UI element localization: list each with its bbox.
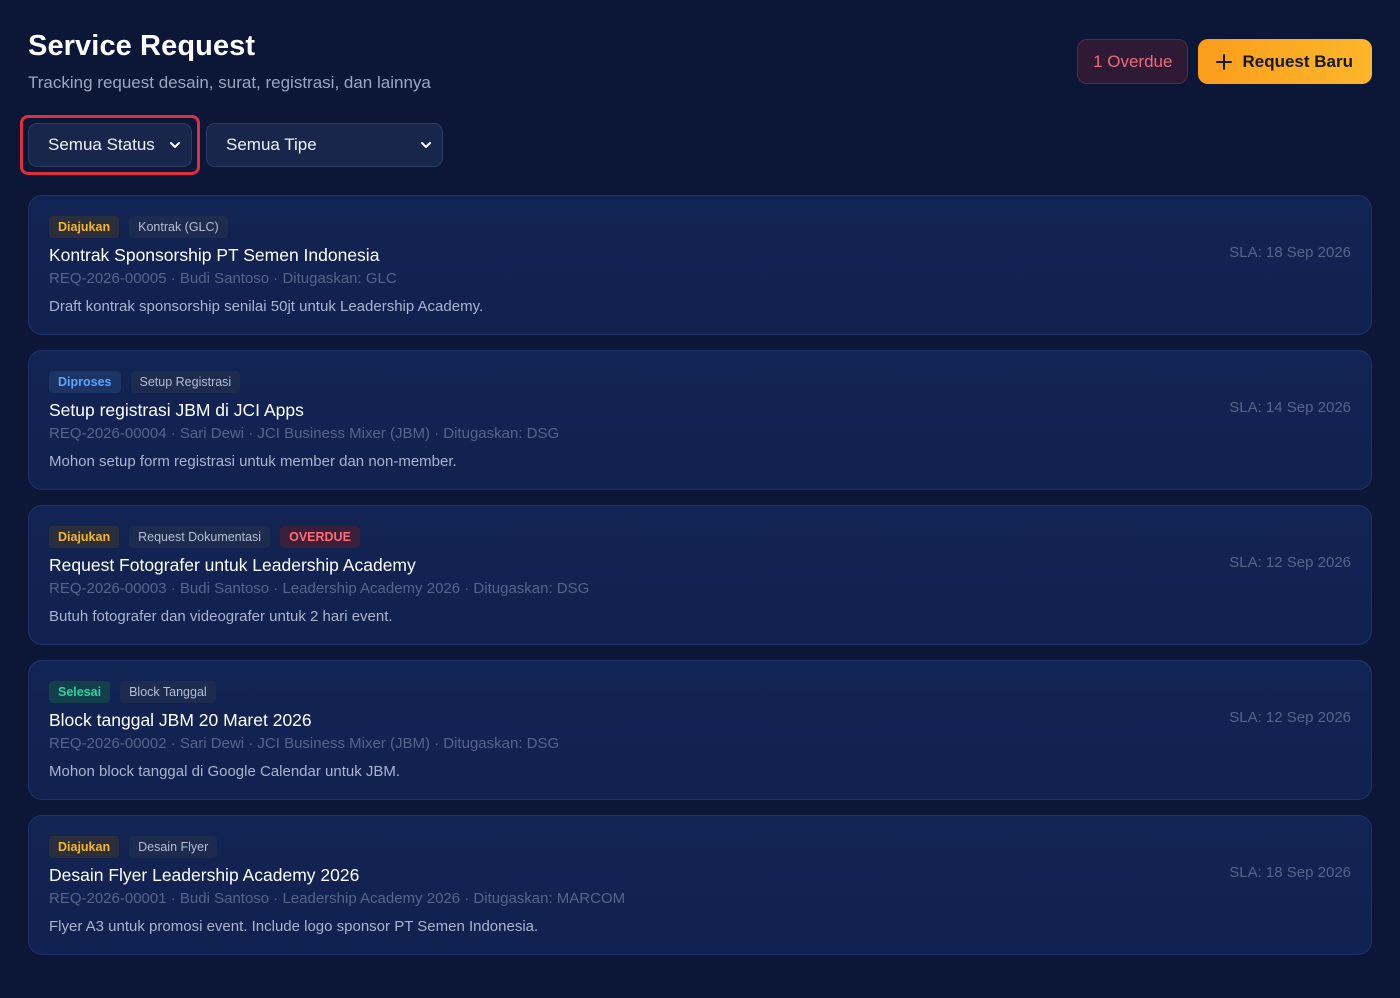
- new-request-button[interactable]: Request Baru: [1198, 39, 1372, 84]
- request-card[interactable]: Selesai Block Tanggal Block tanggal JBM …: [28, 660, 1372, 800]
- request-meta: REQ-2026-00004 · Sari Dewi · JCI Busines…: [49, 425, 560, 442]
- request-tags: Diajukan Desain Flyer: [49, 836, 218, 858]
- plus-icon: [1216, 53, 1233, 70]
- type-filter-select[interactable]: Semua Tipe: [206, 123, 443, 167]
- request-meta: REQ-2026-00003 · Budi Santoso · Leadersh…: [49, 580, 590, 597]
- status-badge: Diajukan: [49, 216, 120, 238]
- request-card[interactable]: Diproses Setup Registrasi Setup registra…: [28, 350, 1372, 490]
- type-badge: Kontrak (GLC): [129, 216, 228, 238]
- request-meta: REQ-2026-00002 · Sari Dewi · JCI Busines…: [49, 735, 560, 752]
- status-badge: Diproses: [49, 371, 121, 393]
- request-title: Desain Flyer Leadership Academy 2026: [49, 865, 360, 885]
- request-description: Mohon block tanggal di Google Calendar u…: [49, 763, 401, 780]
- request-sla: SLA: 18 Sep 2026: [1229, 244, 1351, 261]
- request-tags: Diajukan Kontrak (GLC): [49, 216, 228, 238]
- request-description: Butuh fotografer dan videografer untuk 2…: [49, 608, 393, 625]
- request-card[interactable]: Diajukan Request Dokumentasi OVERDUE Requ…: [28, 505, 1372, 645]
- request-description: Flyer A3 untuk promosi event. Include lo…: [49, 918, 539, 935]
- request-meta: REQ-2026-00001 · Budi Santoso · Leadersh…: [49, 890, 626, 907]
- request-description: Draft kontrak sponsorship senilai 50jt u…: [49, 298, 484, 315]
- type-filter-value: Semua Tipe: [226, 135, 317, 154]
- request-list: Diajukan Kontrak (GLC) Kontrak Sponsorsh…: [28, 195, 1372, 970]
- status-badge: Diajukan: [49, 836, 120, 858]
- filter-bar: Semua Status Semua Tipe: [20, 115, 443, 175]
- request-title: Kontrak Sponsorship PT Semen Indonesia: [49, 245, 380, 265]
- new-request-label: Request Baru: [1242, 51, 1353, 71]
- status-badge: Diajukan: [49, 526, 120, 548]
- page-subtitle: Tracking request desain, surat, registra…: [28, 73, 431, 92]
- status-filter-focus-ring: Semua Status: [20, 115, 200, 175]
- request-meta: REQ-2026-00005 · Budi Santoso · Ditugask…: [49, 270, 397, 287]
- request-title: Request Fotografer untuk Leadership Acad…: [49, 555, 416, 575]
- status-filter-select[interactable]: Semua Status: [28, 123, 192, 167]
- request-sla: SLA: 18 Sep 2026: [1229, 864, 1351, 881]
- page-title: Service Request: [28, 30, 256, 62]
- overdue-count-button[interactable]: 1 Overdue: [1077, 39, 1189, 84]
- request-tags: Diproses Setup Registrasi: [49, 371, 241, 393]
- request-sla: SLA: 14 Sep 2026: [1229, 399, 1351, 416]
- type-badge: Request Dokumentasi: [129, 526, 271, 548]
- page-header: Service Request Tracking request desain,…: [28, 28, 1372, 98]
- request-description: Mohon setup form registrasi untuk member…: [49, 453, 457, 470]
- request-card[interactable]: Diajukan Kontrak (GLC) Kontrak Sponsorsh…: [28, 195, 1372, 335]
- request-sla: SLA: 12 Sep 2026: [1229, 554, 1351, 571]
- request-tags: Selesai Block Tanggal: [49, 681, 216, 703]
- type-badge: Setup Registrasi: [130, 371, 241, 393]
- request-title: Block tanggal JBM 20 Maret 2026: [49, 710, 312, 730]
- type-badge: Desain Flyer: [129, 836, 218, 858]
- overdue-badge: OVERDUE: [280, 526, 360, 548]
- header-actions: 1 Overdue Request Baru: [1077, 39, 1372, 84]
- service-request-page: Service Request Tracking request desain,…: [0, 0, 1400, 998]
- type-badge: Block Tanggal: [120, 681, 216, 703]
- status-filter-value: Semua Status: [48, 135, 155, 154]
- request-tags: Diajukan Request Dokumentasi OVERDUE: [49, 526, 360, 548]
- request-sla: SLA: 12 Sep 2026: [1229, 709, 1351, 726]
- chevron-down-icon: [170, 142, 180, 148]
- request-title: Setup registrasi JBM di JCI Apps: [49, 400, 304, 420]
- status-badge: Selesai: [49, 681, 111, 703]
- chevron-down-icon: [421, 142, 431, 148]
- request-card[interactable]: Diajukan Desain Flyer Desain Flyer Leade…: [28, 815, 1372, 955]
